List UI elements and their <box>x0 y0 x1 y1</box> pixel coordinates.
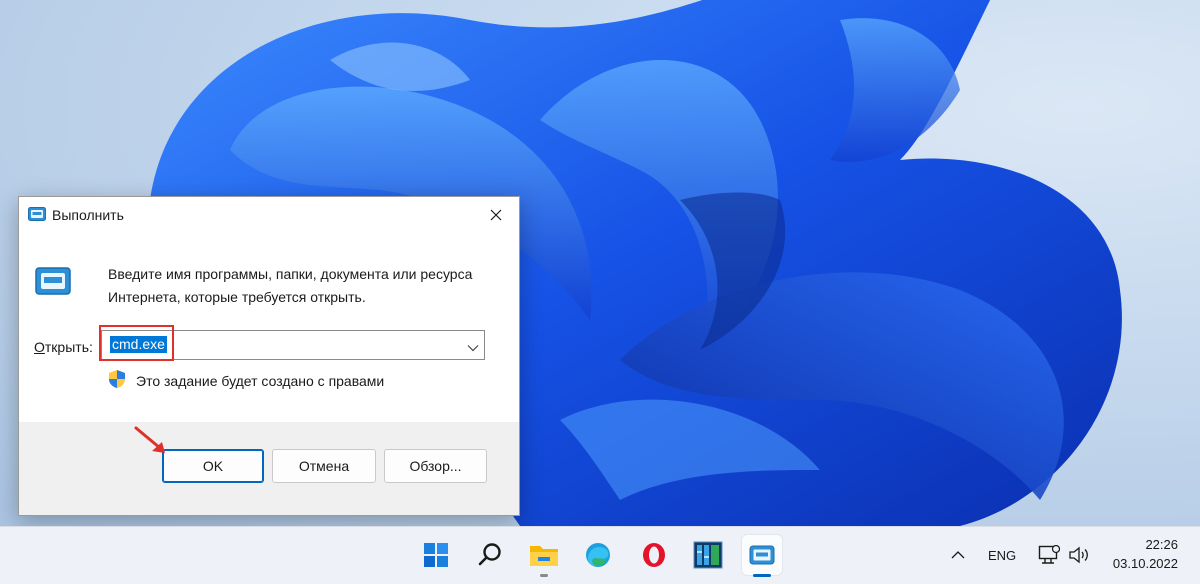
file-explorer-button[interactable] <box>524 535 564 577</box>
input-highlight-box <box>99 325 174 361</box>
chevron-down-icon[interactable] <box>467 339 479 357</box>
language-indicator[interactable]: ENG <box>988 548 1016 563</box>
clock-time[interactable]: 22:26 <box>1106 537 1178 552</box>
browse-button[interactable]: Обзор... <box>384 449 487 483</box>
run-icon <box>749 545 775 565</box>
run-taskbar-button[interactable] <box>742 535 782 577</box>
file-explorer-icon <box>530 546 558 566</box>
close-button[interactable] <box>473 197 519 233</box>
admin-rights-note: Это задание будет создано с правами <box>136 373 385 389</box>
volume-icon <box>1069 546 1088 564</box>
uac-shield-icon <box>107 369 127 394</box>
opera-button[interactable] <box>634 535 674 575</box>
show-hidden-icons-button[interactable] <box>940 535 976 575</box>
pointer-arrow-annotation <box>134 426 165 453</box>
dialog-description: Введите имя программы, папки, документа … <box>108 266 473 305</box>
run-program-icon <box>35 267 71 300</box>
open-label-text: ткрыть: <box>44 339 93 355</box>
taskbar: ENG 22:26 03.10.2022 <box>0 526 1200 584</box>
task-manager-icon <box>693 541 723 569</box>
start-button[interactable] <box>416 535 456 575</box>
opera-icon <box>643 543 665 567</box>
run-icon <box>28 207 46 226</box>
chevron-up-icon <box>951 551 965 559</box>
run-dialog: Выполнить Введите имя программы, папки, … <box>18 196 520 516</box>
volume-button[interactable] <box>1064 535 1094 575</box>
close-icon <box>490 209 502 221</box>
taskbar-search-button[interactable] <box>470 535 510 575</box>
edge-icon <box>586 543 610 567</box>
edge-button[interactable] <box>578 535 618 575</box>
dialog-title: Выполнить <box>52 207 124 223</box>
start-icon <box>424 543 448 567</box>
ok-button[interactable]: OK <box>162 449 264 483</box>
network-icon <box>1038 545 1060 564</box>
network-button[interactable] <box>1034 535 1064 575</box>
dialog-titlebar[interactable]: Выполнить <box>19 197 519 233</box>
open-label: Открыть: <box>34 339 93 355</box>
open-label-access-key: О <box>34 339 45 355</box>
cancel-button[interactable]: Отмена <box>272 449 376 483</box>
search-icon <box>478 543 501 566</box>
clock-date[interactable]: 03.10.2022 <box>1106 556 1178 571</box>
task-manager-button[interactable] <box>688 535 728 575</box>
running-indicator <box>540 574 548 577</box>
active-indicator <box>753 574 771 577</box>
